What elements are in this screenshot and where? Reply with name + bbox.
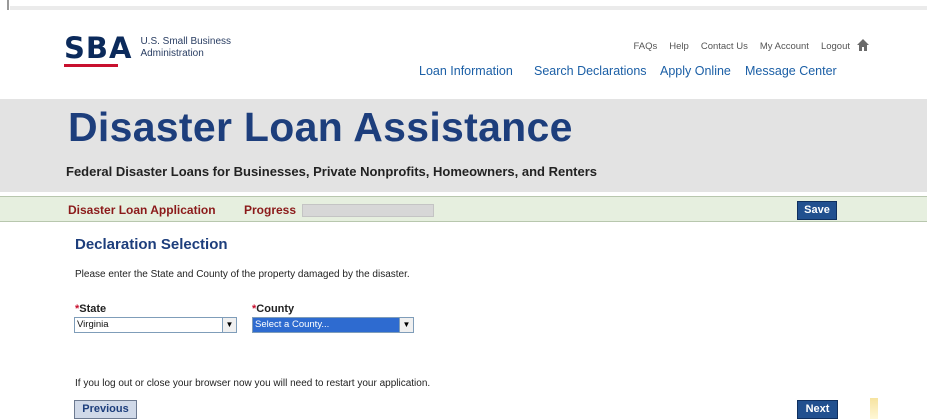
util-link-help[interactable]: Help — [669, 41, 689, 52]
state-select[interactable]: Virginia ▼ — [74, 317, 237, 333]
window-edge — [7, 0, 9, 10]
next-button[interactable]: Next — [797, 400, 838, 419]
state-label: *State — [75, 303, 106, 315]
banner-subtitle: Federal Disaster Loans for Businesses, P… — [66, 164, 597, 179]
section-title: Declaration Selection — [75, 236, 228, 253]
instructions-text: Please enter the State and County of the… — [75, 269, 410, 280]
util-link-faqs[interactable]: FAQs — [634, 41, 658, 52]
banner-title: Disaster Loan Assistance — [68, 104, 573, 150]
top-strip — [0, 0, 927, 10]
chevron-down-icon[interactable]: ▼ — [399, 318, 413, 332]
home-icon[interactable] — [856, 38, 870, 52]
utility-links: FAQs Help Contact Us My Account Logout — [634, 41, 850, 52]
nav-search-declarations[interactable]: Search Declarations — [534, 64, 647, 78]
util-link-my-account[interactable]: My Account — [760, 41, 809, 52]
chevron-down-icon[interactable]: ▼ — [222, 318, 236, 332]
nav-message-center[interactable]: Message Center — [745, 64, 837, 78]
application-title: Disaster Loan Application — [68, 203, 216, 217]
county-select-value: Select a County... — [255, 319, 330, 330]
logo-text: U.S. Small Business Administration — [140, 36, 231, 60]
logo-mark: SBA — [64, 33, 132, 67]
util-link-contact-us[interactable]: Contact Us — [701, 41, 748, 52]
progress-label: Progress — [244, 203, 297, 217]
logo-mark-text: SBA — [64, 31, 133, 65]
main-nav: Loan Information Search Declarations App… — [0, 64, 927, 84]
progress-bar — [302, 204, 434, 217]
county-label: *County — [252, 303, 294, 315]
nav-apply-online[interactable]: Apply Online — [660, 64, 731, 78]
restart-notice: If you log out or close your browser now… — [75, 378, 431, 389]
logo-line-1: U.S. Small Business — [140, 36, 232, 47]
logo-line-2: Administration — [140, 48, 204, 59]
sba-logo[interactable]: SBA U.S. Small Business Administration — [64, 33, 231, 67]
window-corner-artifact — [870, 398, 878, 419]
state-label-text: State — [79, 303, 107, 315]
save-button[interactable]: Save — [797, 201, 837, 220]
top-divider — [10, 6, 927, 10]
county-label-text: County — [256, 303, 295, 315]
state-select-value: Virginia — [77, 319, 109, 330]
util-link-logout[interactable]: Logout — [821, 41, 850, 52]
county-select[interactable]: Select a County... ▼ — [252, 317, 414, 333]
nav-loan-information[interactable]: Loan Information — [419, 64, 513, 78]
previous-button[interactable]: Previous — [74, 400, 137, 419]
